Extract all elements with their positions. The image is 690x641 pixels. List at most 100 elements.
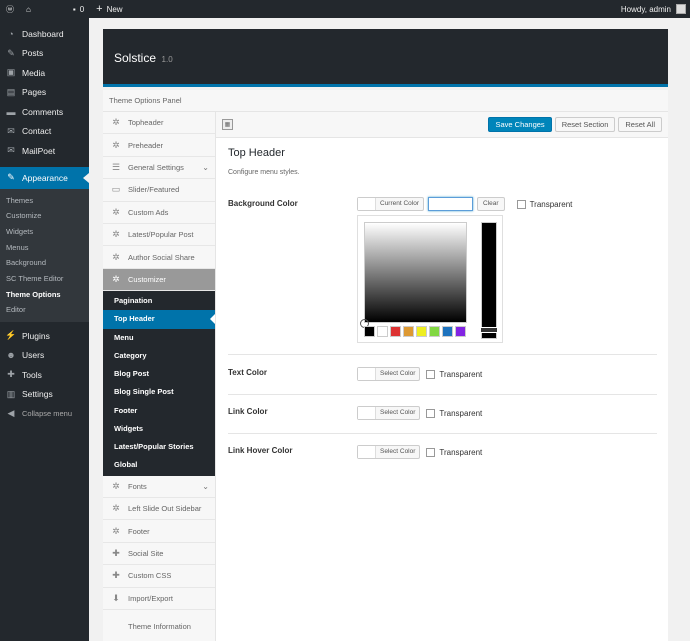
menu-item-users[interactable]: ☻ Users: [0, 346, 89, 366]
submenu-item-background[interactable]: Background: [0, 255, 89, 271]
theme-information-link[interactable]: Theme Information: [103, 610, 215, 641]
menu-item-label: Users: [22, 350, 45, 361]
submenu-item-widgets[interactable]: Widgets: [0, 224, 89, 240]
color-swatch: [358, 407, 376, 419]
options-item-general-settings[interactable]: ☰ General Settings ⌄: [103, 156, 215, 180]
options-item-custom-css[interactable]: ✚ Custom CSS: [103, 565, 215, 588]
gear-icon: ✲: [112, 139, 120, 150]
link-hover-color-control: Select Color Transparent: [357, 445, 482, 459]
saturation-area[interactable]: [364, 222, 467, 323]
customizer-item-blog-single-post[interactable]: Blog Single Post: [103, 383, 215, 401]
transparent-checkbox[interactable]: [426, 447, 436, 457]
options-item-fonts[interactable]: ✲ Fonts ⌄: [103, 475, 215, 499]
menu-item-mailpoet[interactable]: ✉ MailPoet: [0, 141, 89, 161]
options-item-customizer[interactable]: ✲ Customizer: [103, 268, 215, 292]
menu-item-tools[interactable]: ✚ Tools: [0, 365, 89, 385]
wordpress-logo-icon[interactable]: ⓦ: [0, 0, 20, 18]
customizer-item-global[interactable]: Global: [103, 456, 215, 474]
menu-item-posts[interactable]: ✎ Posts: [0, 44, 89, 64]
palette-swatch[interactable]: [416, 326, 427, 337]
menu-item-media[interactable]: ▣ Media: [0, 63, 89, 83]
options-item-preheader[interactable]: ✲ Preheader: [103, 134, 215, 157]
customizer-item-latest-popular-stories[interactable]: Latest/Popular Stories: [103, 438, 215, 456]
expand-icon[interactable]: ▦: [222, 119, 233, 130]
current-color-button[interactable]: Current Color: [357, 197, 425, 211]
options-item-social-site[interactable]: ✚ Social Site: [103, 542, 215, 566]
submenu-item-sc-theme-editor[interactable]: SC Theme Editor: [0, 271, 89, 287]
menu-item-label: Dashboard: [22, 28, 64, 39]
options-item-slider-featured[interactable]: ▭ Slider/Featured: [103, 179, 215, 202]
hue-slider-handle[interactable]: [480, 327, 498, 333]
gear-icon: ✲: [112, 229, 120, 240]
options-item-left-slide-out-sidebar[interactable]: ✲ Left Slide Out Sidebar: [103, 498, 215, 521]
account-menu[interactable]: Howdy, admin: [621, 4, 690, 14]
options-item-topheader[interactable]: ✲ Topheader: [103, 112, 215, 135]
new-content-link[interactable]: + New: [90, 0, 128, 18]
select-color-label: Select Color: [380, 448, 416, 455]
palette-swatch[interactable]: [403, 326, 414, 337]
comment-icon: ▪: [72, 4, 76, 14]
palette-swatch[interactable]: [390, 326, 401, 337]
mail-icon: ✉: [7, 145, 15, 156]
gear-icon: ✲: [112, 525, 120, 536]
gear-icon: ✲: [112, 273, 120, 284]
options-item-label: Social Site: [128, 548, 164, 558]
select-color-button[interactable]: Select Color: [357, 406, 421, 420]
palette-swatch[interactable]: [364, 326, 375, 337]
customizer-item-blog-post[interactable]: Blog Post: [103, 365, 215, 383]
customizer-item-category[interactable]: Category: [103, 347, 215, 365]
options-item-latest-popular-post[interactable]: ✲ Latest/Popular Post: [103, 223, 215, 247]
customizer-item-pagination[interactable]: Pagination: [103, 292, 215, 310]
menu-item-contact[interactable]: ✉ Contact: [0, 122, 89, 142]
palette-swatch[interactable]: [442, 326, 453, 337]
menu-item-label: Tools: [22, 369, 42, 380]
palette-swatch[interactable]: [429, 326, 440, 337]
options-item-footer[interactable]: ✲ Footer: [103, 520, 215, 543]
menu-item-settings[interactable]: ▥ Settings: [0, 385, 89, 405]
menu-item-pages[interactable]: ▤ Pages: [0, 83, 89, 103]
submenu-item-customize[interactable]: Customize: [0, 208, 89, 224]
palette-swatch[interactable]: [377, 326, 388, 337]
howdy-text: Howdy, admin: [620, 4, 671, 14]
menu-item-label: Settings: [22, 389, 53, 400]
menu-item-comments[interactable]: ▬ Comments: [0, 102, 89, 122]
plugin-icon: ⚡: [5, 330, 17, 341]
options-item-label: Preheader: [128, 140, 164, 150]
menu-item-label: Contact: [22, 126, 52, 137]
submenu-item-menus[interactable]: Menus: [0, 240, 89, 256]
transparent-checkbox[interactable]: [426, 408, 436, 418]
palette-swatch[interactable]: [455, 326, 466, 337]
comments-count: 0: [79, 4, 85, 14]
select-color-label: Select Color: [380, 409, 416, 416]
options-item-custom-ads[interactable]: ✲ Custom Ads: [103, 201, 215, 224]
hue-slider[interactable]: [481, 222, 497, 339]
customizer-item-widgets[interactable]: Widgets: [103, 420, 215, 438]
hex-color-input[interactable]: [428, 197, 474, 211]
menu-item-appearance[interactable]: ✎ Appearance: [0, 166, 89, 189]
reset-all-button[interactable]: Reset All: [618, 117, 662, 132]
reset-section-button[interactable]: Reset Section: [554, 117, 616, 132]
customizer-item-footer[interactable]: Footer: [103, 402, 215, 420]
customizer-item-menu[interactable]: Menu: [103, 329, 215, 347]
wrench-icon: ✚: [112, 570, 120, 581]
clear-button[interactable]: Clear: [477, 197, 505, 211]
menu-item-label: Plugins: [22, 330, 50, 341]
submenu-item-themes[interactable]: Themes: [0, 193, 89, 209]
appearance-submenu: Themes Customize Widgets Menus Background SC …: [0, 188, 89, 322]
admin-menu: ◔ Dashboard ✎ Posts ▣ Media ▤ Pages ▬ Comments ✉ Co…: [0, 18, 89, 641]
options-item-import-export[interactable]: ⬇ Import/Export: [103, 587, 215, 610]
collapse-menu-button[interactable]: ◀ Collapse menu: [0, 404, 89, 424]
menu-item-plugins[interactable]: ⚡ Plugins: [0, 326, 89, 346]
customizer-item-top-header[interactable]: Top Header: [103, 310, 215, 329]
select-color-button[interactable]: Select Color: [357, 445, 421, 459]
transparent-checkbox[interactable]: [426, 369, 436, 379]
submenu-item-editor[interactable]: Editor: [0, 302, 89, 318]
menu-item-dashboard[interactable]: ◔ Dashboard: [0, 24, 89, 44]
comments-link[interactable]: ▪ 0: [67, 0, 90, 18]
home-icon[interactable]: ⌂: [20, 0, 37, 18]
transparent-checkbox[interactable]: [516, 199, 526, 209]
save-changes-button[interactable]: Save Changes: [488, 117, 552, 132]
select-color-button[interactable]: Select Color: [357, 367, 421, 381]
submenu-item-theme-options[interactable]: Theme Options: [0, 287, 89, 303]
options-item-author-social-share[interactable]: ✲ Author Social Share: [103, 246, 215, 269]
